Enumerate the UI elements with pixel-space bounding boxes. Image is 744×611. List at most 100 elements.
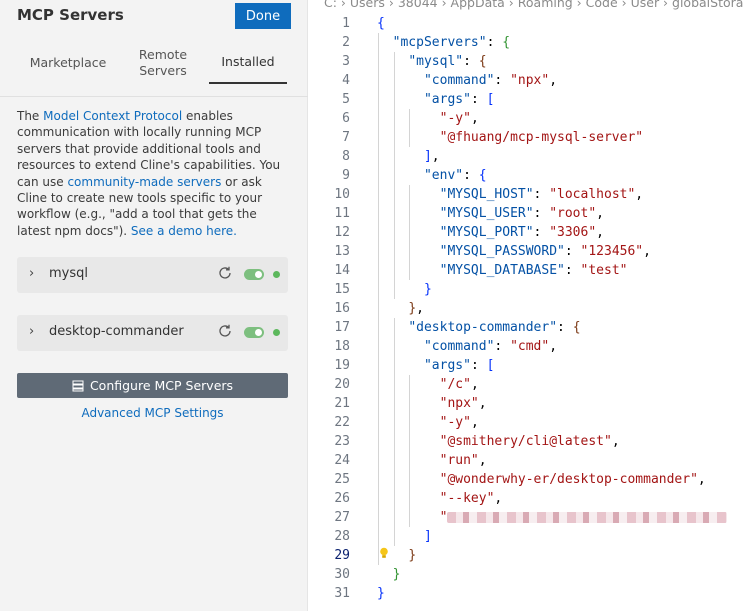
code-token: " bbox=[439, 510, 448, 525]
done-button[interactable]: Done bbox=[235, 3, 291, 29]
community-servers-link[interactable]: community-made servers bbox=[67, 175, 221, 189]
code-token: : bbox=[564, 244, 581, 259]
code-token: : bbox=[470, 358, 487, 373]
code-token: "3306" bbox=[549, 225, 597, 240]
chevron-right-icon[interactable]: › bbox=[29, 324, 34, 339]
chevron-right-icon[interactable]: › bbox=[29, 266, 34, 281]
code-text: ], bbox=[377, 147, 440, 166]
code-line[interactable]: 17 "desktop-commander": { bbox=[309, 318, 744, 337]
code-token: [ bbox=[486, 358, 495, 373]
code-line[interactable]: 5 "args": [ bbox=[309, 90, 744, 109]
code-line[interactable]: 24 "run", bbox=[309, 451, 744, 470]
code-line[interactable]: 9 "env": { bbox=[309, 166, 744, 185]
code-text: "MYSQL_USER": "root", bbox=[377, 204, 604, 223]
code-line[interactable]: 26 "--key", bbox=[309, 489, 744, 508]
code-token: "npx" bbox=[510, 73, 550, 88]
code-text: "mcpServers": { bbox=[377, 33, 510, 52]
code-line[interactable]: 16 }, bbox=[309, 299, 744, 318]
line-number: 30 bbox=[334, 567, 350, 582]
code-line[interactable]: 12 "MYSQL_PORT": "3306", bbox=[309, 223, 744, 242]
code-line[interactable]: 28 ] bbox=[309, 527, 744, 546]
code-token: ] bbox=[423, 149, 432, 164]
code-token: "-y" bbox=[439, 111, 471, 126]
server-row-desktop-commander[interactable]: › desktop-commander bbox=[17, 315, 288, 351]
lightbulb-icon[interactable] bbox=[379, 547, 389, 559]
code-text: "-y", bbox=[377, 109, 479, 128]
restart-icon[interactable] bbox=[217, 323, 233, 339]
code-line[interactable]: 4 "command": "npx", bbox=[309, 71, 744, 90]
code-line[interactable]: 1{ bbox=[309, 14, 744, 33]
advanced-mcp-settings-link[interactable]: Advanced MCP Settings bbox=[17, 406, 288, 420]
code-token: "mysql" bbox=[408, 54, 464, 69]
code-line[interactable]: 3 "mysql": { bbox=[309, 52, 744, 71]
code-line[interactable]: 21 "npx", bbox=[309, 394, 744, 413]
code-line[interactable]: 8 ], bbox=[309, 147, 744, 166]
code-line[interactable]: 25 "@wonderwhy-er/desktop-commander", bbox=[309, 470, 744, 489]
code-token: { bbox=[478, 54, 487, 69]
code-token: } bbox=[408, 301, 417, 316]
enable-toggle[interactable] bbox=[244, 327, 264, 338]
code-token: "MYSQL_PORT" bbox=[439, 225, 534, 240]
line-number: 23 bbox=[334, 434, 350, 449]
restart-icon[interactable] bbox=[217, 265, 233, 281]
demo-link[interactable]: See a demo here. bbox=[131, 224, 237, 238]
code-line[interactable]: 15 } bbox=[309, 280, 744, 299]
code-text: "MYSQL_HOST": "localhost", bbox=[377, 185, 644, 204]
tab-remote-servers[interactable]: Remote Servers bbox=[122, 42, 204, 84]
code-token: , bbox=[697, 472, 706, 487]
code-token: "@fhuang/mcp-mysql-server" bbox=[439, 130, 644, 145]
code-line[interactable]: 11 "MYSQL_USER": "root", bbox=[309, 204, 744, 223]
server-icon bbox=[72, 380, 84, 391]
code-token: "-y" bbox=[439, 415, 471, 430]
description: The Model Context Protocol enables commu… bbox=[17, 108, 287, 239]
code-token: : bbox=[463, 54, 479, 69]
code-line[interactable]: 30 } bbox=[309, 565, 744, 584]
code-text: "--key", bbox=[377, 489, 503, 508]
code-token: , bbox=[416, 301, 424, 316]
tab-installed[interactable]: Installed bbox=[209, 42, 287, 84]
mcp-protocol-link[interactable]: Model Context Protocol bbox=[43, 109, 182, 123]
code-line[interactable]: 2 "mcpServers": { bbox=[309, 33, 744, 52]
code-token: "MYSQL_HOST" bbox=[439, 187, 534, 202]
line-number: 6 bbox=[342, 111, 350, 126]
code-token: , bbox=[470, 111, 479, 126]
code-line[interactable]: 10 "MYSQL_HOST": "localhost", bbox=[309, 185, 744, 204]
code-text: "@smithery/cli@latest", bbox=[377, 432, 620, 451]
line-number: 27 bbox=[334, 510, 350, 525]
enable-toggle[interactable] bbox=[244, 269, 264, 280]
code-line[interactable]: 31} bbox=[309, 584, 744, 603]
line-number: 25 bbox=[334, 472, 350, 487]
code-line[interactable]: 18 "command": "cmd", bbox=[309, 337, 744, 356]
code-line[interactable]: 27 " bbox=[309, 508, 744, 527]
code-token: "MYSQL_USER" bbox=[439, 206, 534, 221]
code-line[interactable]: 14 "MYSQL_DATABASE": "test" bbox=[309, 261, 744, 280]
code-text: "MYSQL_PORT": "3306", bbox=[377, 223, 604, 242]
tab-marketplace[interactable]: Marketplace bbox=[17, 42, 119, 84]
code-line[interactable]: 22 "-y", bbox=[309, 413, 744, 432]
code-line[interactable]: 6 "-y", bbox=[309, 109, 744, 128]
code-line[interactable]: 7 "@fhuang/mcp-mysql-server" bbox=[309, 128, 744, 147]
code-token: , bbox=[596, 225, 604, 240]
code-line[interactable]: 13 "MYSQL_PASSWORD": "123456", bbox=[309, 242, 744, 261]
code-token: , bbox=[635, 187, 644, 202]
code-token: "test" bbox=[580, 263, 628, 278]
json-editor[interactable]: C: › Users › 38044 › AppData › Roaming ›… bbox=[309, 0, 744, 611]
server-row-mysql[interactable]: › mysql bbox=[17, 257, 288, 293]
code-line[interactable]: 19 "args": [ bbox=[309, 356, 744, 375]
code-line[interactable]: 23 "@smithery/cli@latest", bbox=[309, 432, 744, 451]
code-token: , bbox=[431, 149, 440, 164]
code-line[interactable]: 20 "/c", bbox=[309, 375, 744, 394]
code-token: "@smithery/cli@latest" bbox=[439, 434, 612, 449]
code-token: : bbox=[494, 73, 511, 88]
configure-label: Configure MCP Servers bbox=[89, 378, 234, 393]
breadcrumb[interactable]: C: › Users › 38044 › AppData › Roaming ›… bbox=[324, 0, 744, 10]
configure-mcp-servers-button[interactable]: Configure MCP Servers bbox=[17, 373, 288, 398]
code-line[interactable]: 29 } bbox=[309, 546, 744, 565]
